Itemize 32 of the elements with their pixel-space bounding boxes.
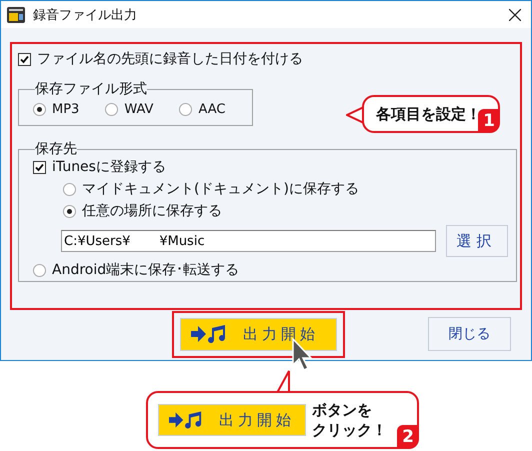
radio-label: WAV xyxy=(124,102,154,117)
close-icon[interactable] xyxy=(509,8,521,20)
arrow-note-icon xyxy=(169,411,203,429)
callout-text: 各項目を設定！ xyxy=(376,104,481,124)
radio-label: 任意の場所に保存する xyxy=(82,202,222,220)
callout-text: ボタンを クリック！ xyxy=(312,400,387,440)
path-field[interactable]: C:¥Users¥ ¥Music xyxy=(61,230,436,252)
step-badge: 2 xyxy=(397,425,419,449)
start-button-sample: 出力開始 xyxy=(158,404,306,436)
radio-button[interactable] xyxy=(33,103,46,116)
radio-button[interactable] xyxy=(63,182,76,196)
radio-button[interactable] xyxy=(63,204,76,218)
radio-label: マイドキュメント(ドキュメント)に保存する xyxy=(82,180,359,198)
start-button[interactable]: 出力開始 xyxy=(180,318,337,350)
radio-label: MP3 xyxy=(52,102,80,117)
checkbox-label: ファイル名の先頭に録音した日付を付ける xyxy=(37,50,303,68)
radio-button[interactable] xyxy=(105,103,118,116)
radio-button[interactable] xyxy=(33,264,46,276)
window-title: 録音ファイル出力 xyxy=(33,6,138,24)
arrow-note-icon xyxy=(191,325,227,343)
select-button[interactable]: 選択 xyxy=(446,225,508,257)
checkbox[interactable] xyxy=(33,160,46,174)
radio-button[interactable] xyxy=(179,103,192,116)
radio-label: Android端末に保存･転送する xyxy=(52,261,240,279)
group-title: 保存先 xyxy=(35,140,77,158)
group-title: 保存ファイル形式 xyxy=(35,80,147,98)
radio-label: AAC xyxy=(198,102,226,117)
app-icon xyxy=(7,6,25,24)
step-badge: 1 xyxy=(478,109,500,133)
close-button[interactable]: 閉じる xyxy=(428,317,511,351)
checkbox[interactable] xyxy=(18,52,31,66)
checkbox-label: iTunesに登録する xyxy=(52,158,166,176)
